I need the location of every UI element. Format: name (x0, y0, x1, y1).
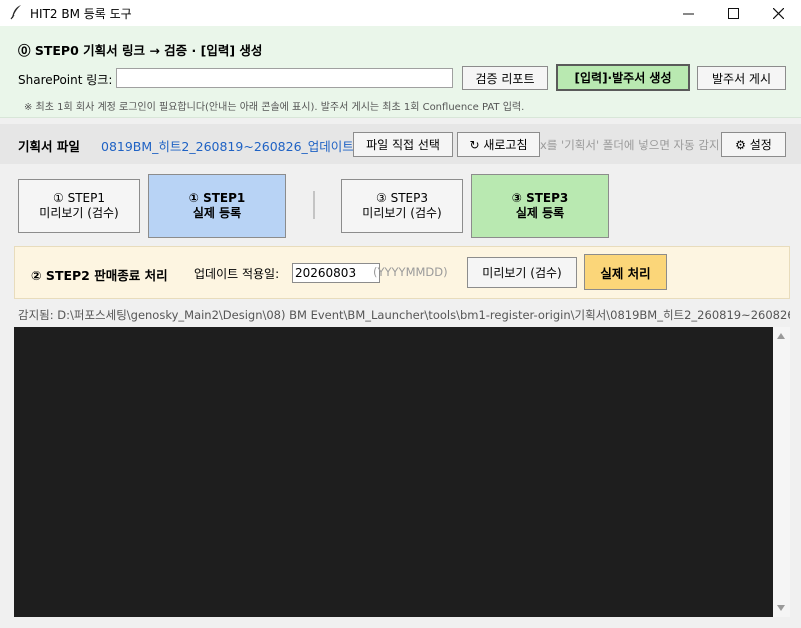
update-date-input[interactable]: 20260803 (292, 263, 380, 283)
step1-register-line2: 실제 등록 (192, 206, 242, 220)
scroll-up-icon[interactable] (777, 333, 785, 339)
verify-report-button[interactable]: 검증 리포트 (462, 66, 548, 90)
step1-preview-line2: 미리보기 (검수) (39, 206, 119, 220)
window-title: HIT2 BM 등록 도구 (30, 7, 132, 21)
step1-preview-button[interactable]: ① STEP1 미리보기 (검수) (18, 179, 140, 233)
auto-detect-hint: x를 '기획서' 폴더에 넣으면 자동 감지 (540, 138, 718, 152)
step3-preview-button[interactable]: ③ STEP3 미리보기 (검수) (341, 179, 463, 233)
refresh-button[interactable]: ↻ 새로고침 (457, 132, 540, 157)
step3-register-line1: ③ STEP3 (511, 191, 569, 205)
sharepoint-input[interactable] (116, 68, 453, 88)
step3-register-line2: 실제 등록 (515, 206, 565, 220)
step0-panel: ⓪ STEP0 기획서 링크 → 검증 · [입력] 생성 SharePoint… (0, 26, 801, 118)
sharepoint-label: SharePoint 링크: (18, 73, 113, 87)
settings-button[interactable]: ⚙ 설정 (721, 132, 786, 157)
generate-order-button[interactable]: [입력]·발주서 생성 (556, 64, 690, 91)
step3-register-button[interactable]: ③ STEP3 실제 등록 (471, 174, 609, 238)
title-bar: HIT2 BM 등록 도구 (0, 0, 801, 26)
log-console[interactable] (14, 327, 773, 617)
date-format-hint: (YYYYMMDD) (373, 265, 448, 279)
console-scrollbar[interactable] (773, 327, 790, 617)
step1-register-button[interactable]: ① STEP1 실제 등록 (148, 174, 286, 238)
step0-heading: ⓪ STEP0 기획서 링크 → 검증 · [입력] 생성 (18, 43, 263, 58)
update-date-label: 업데이트 적용일: (194, 267, 280, 281)
file-bar: 기획서 파일 0819BM_히트2_260819~260826_업데이트 파일 … (0, 124, 801, 164)
step2-execute-button[interactable]: 실제 처리 (584, 254, 667, 290)
post-order-button[interactable]: 발주서 게시 (697, 66, 786, 90)
step3-preview-line2: 미리보기 (검수) (362, 206, 442, 220)
feather-icon (10, 5, 21, 20)
maximize-button[interactable] (710, 0, 756, 26)
step3-preview-line1: ③ STEP3 (376, 191, 428, 205)
step0-note: ※ 최초 1회 회사 계정 로그인이 필요합니다(안내는 아래 콘솔에 표시).… (24, 102, 525, 113)
step2-heading: ② STEP2 판매종료 처리 (31, 268, 168, 283)
choose-file-button[interactable]: 파일 직접 선택 (353, 132, 453, 157)
scroll-down-icon[interactable] (777, 605, 785, 611)
step2-panel: ② STEP2 판매종료 처리 업데이트 적용일: 20260803 (YYYY… (14, 246, 790, 299)
step-separator (313, 191, 315, 219)
close-button[interactable] (755, 0, 801, 26)
plan-file-label: 기획서 파일 (18, 139, 80, 154)
detected-path: 감지됨: D:\퍼포스세팅\genosky_Main2\Design\08) B… (18, 308, 790, 322)
close-icon (772, 7, 784, 19)
maximize-icon (727, 7, 739, 19)
plan-file-name: 0819BM_히트2_260819~260826_업데이트 (101, 139, 354, 154)
step2-preview-button[interactable]: 미리보기 (검수) (467, 257, 577, 288)
minimize-button[interactable] (665, 0, 711, 26)
minimize-icon (682, 13, 694, 14)
step1-preview-line1: ① STEP1 (53, 191, 105, 205)
step1-register-line1: ① STEP1 (188, 191, 246, 205)
